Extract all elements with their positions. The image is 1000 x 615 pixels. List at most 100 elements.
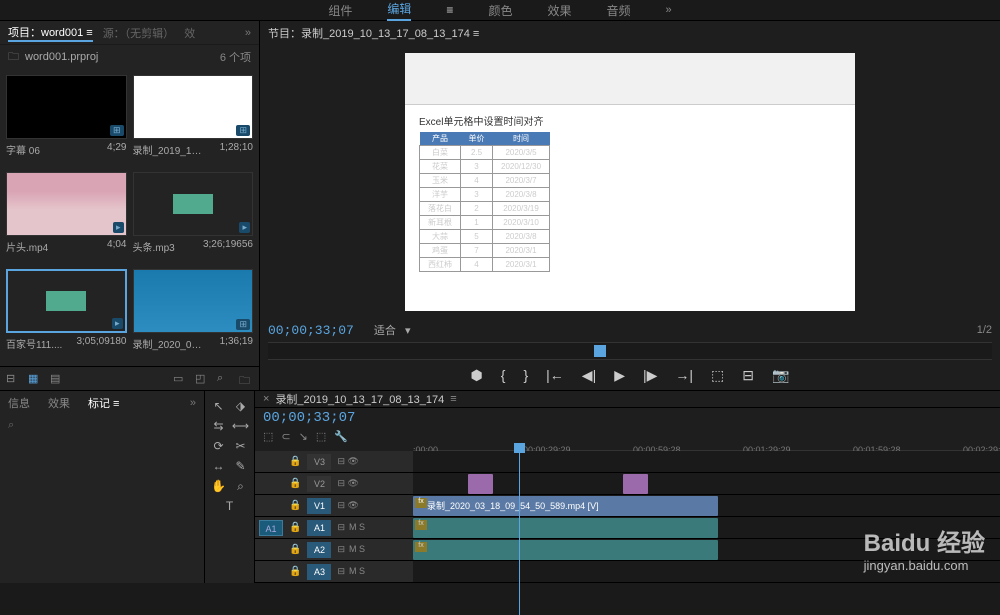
zoom-info[interactable]: 1/2 xyxy=(977,324,992,336)
bin-thumb-1[interactable]: ⊞ xyxy=(133,75,254,139)
track-v1[interactable]: 🔒V1⊟ 👁 fx 录制_2020_03_18_09_54_50_589.mp4… xyxy=(255,495,1000,517)
scrubber-playhead[interactable] xyxy=(594,345,606,357)
bin-thumb-5[interactable]: ⊞ xyxy=(133,269,254,333)
export-frame-icon[interactable]: 📷 xyxy=(772,367,789,384)
snap-icon[interactable]: ⬚ xyxy=(263,430,273,443)
bin-thumb-2[interactable]: ▸ xyxy=(6,172,127,236)
bin-thumb-0[interactable]: ⊞ xyxy=(6,75,127,139)
bin-thumb-4[interactable]: ▸ xyxy=(6,269,127,333)
clear-icon[interactable]: ⌕ xyxy=(217,372,231,386)
go-to-out-icon[interactable]: →| xyxy=(675,367,693,383)
step-back-icon[interactable]: ◀| xyxy=(582,367,596,384)
monitor-frame: Excel单元格中设置时间对齐 产品单价时间 白菜2.52020/3/5 花菜3… xyxy=(405,53,855,311)
razor-tool-icon[interactable]: ✂ xyxy=(232,437,250,455)
timeline-title[interactable]: 录制_2019_10_13_17_08_13_174 xyxy=(275,391,444,407)
fit-dropdown[interactable]: 适合 ▾ xyxy=(374,322,411,338)
info-tab-info[interactable]: 信息 xyxy=(8,395,30,411)
clip-a1-main[interactable]: fx xyxy=(413,518,718,538)
timeline-controls: ⬚ ⊂ ↘ ⬚ 🔧 xyxy=(255,428,1000,445)
timeline-tracks: 🔒V3⊟ 👁 🔒V2⊟ 👁 🔒V1⊟ 👁 fx 录制_2020_03_18_09… xyxy=(255,451,1000,583)
source-tab[interactable]: 源：（无剪辑） xyxy=(103,25,175,41)
track-v3[interactable]: 🔒V3⊟ 👁 xyxy=(255,451,1000,473)
search-icon[interactable]: ⌕ xyxy=(8,419,14,431)
project-filename[interactable]: word001.prproj xyxy=(25,51,98,63)
bin-item-5[interactable]: ⊞ 录制_2020_03_...1;36;19 xyxy=(133,269,254,360)
project-breadcrumb: 🗀 word001.prproj 6 个项 xyxy=(0,45,259,69)
type-tool-icon[interactable]: T xyxy=(221,497,239,515)
bin-footer: ⊟ ▦ ▤ ▭ ◰ ⌕ 🗀 xyxy=(0,366,259,390)
timeline-playhead[interactable] xyxy=(519,445,520,615)
new-item-icon[interactable]: ◰ xyxy=(195,372,209,386)
track-select-tool-icon[interactable]: ⬗ xyxy=(232,397,250,415)
freeform-view-icon[interactable]: ▤ xyxy=(50,372,64,386)
timeline-timecode[interactable]: 00;00;33;07 xyxy=(263,410,355,426)
ws-tab-editing[interactable]: 编辑 xyxy=(387,0,411,21)
new-bin-icon[interactable]: ▭ xyxy=(173,372,187,386)
go-to-in-icon[interactable]: |← xyxy=(546,367,564,383)
program-timecode[interactable]: 00;00;33;07 xyxy=(268,323,354,338)
extract-icon[interactable]: ⊟ xyxy=(742,367,754,384)
effects-tab-short[interactable]: 效 xyxy=(184,25,195,41)
bin-thumb-3[interactable]: ▸ xyxy=(133,172,254,236)
bin-item-0[interactable]: ⊞ 字幕 064;29 xyxy=(6,75,127,166)
zoom-tool-icon[interactable]: ⌕ xyxy=(232,477,250,495)
in-point-icon[interactable]: { xyxy=(501,367,506,383)
clip-a2-main[interactable]: fx xyxy=(413,540,718,560)
close-icon[interactable]: × xyxy=(263,393,269,405)
track-a1[interactable]: A1🔒A1⊟ M S fx xyxy=(255,517,1000,539)
track-a3[interactable]: 🔒A3⊟ M S xyxy=(255,561,1000,583)
program-title[interactable]: 节目：录制_2019_10_13_17_08_13_174 ≡ xyxy=(268,25,479,41)
bin-item-4[interactable]: ▸ 百家号111....3;05;09180 xyxy=(6,269,127,360)
ws-tab-color[interactable]: 颜色 xyxy=(488,2,512,19)
monitor-viewport[interactable]: Excel单元格中设置时间对齐 产品单价时间 白菜2.52020/3/5 花菜3… xyxy=(260,45,1000,318)
panel-overflow[interactable]: » xyxy=(245,27,251,39)
program-scrubber[interactable] xyxy=(268,342,992,360)
timeline-panel: × 录制_2019_10_13_17_08_13_174 ≡ 00;00;33;… xyxy=(255,391,1000,583)
lock-icon[interactable]: 🔒 xyxy=(289,500,301,511)
lock-icon[interactable]: 🔒 xyxy=(289,544,301,555)
ws-more[interactable]: » xyxy=(665,4,671,16)
play-icon[interactable]: ▶ xyxy=(614,367,625,384)
ws-tab-audio[interactable]: 音频 xyxy=(606,2,630,19)
slip-tool-icon[interactable]: ↔ xyxy=(210,457,228,475)
clip-v1-main[interactable]: fx 录制_2020_03_18_09_54_50_589.mp4 [V] xyxy=(413,496,718,516)
track-v2[interactable]: 🔒V2⊟ 👁 xyxy=(255,473,1000,495)
hand-tool-icon[interactable]: ✋ xyxy=(210,477,228,495)
settings-icon[interactable]: ⬚ xyxy=(316,430,326,443)
marker-icon[interactable]: ⬢ xyxy=(471,367,483,384)
info-tab-markers[interactable]: 标记 ≡ xyxy=(88,395,119,411)
icon-view-icon[interactable]: ▦ xyxy=(28,372,42,386)
info-tab-effects[interactable]: 效果 xyxy=(48,395,70,411)
program-header: 节目：录制_2019_10_13_17_08_13_174 ≡ xyxy=(260,21,1000,45)
ws-tab-effects[interactable]: 效果 xyxy=(547,2,571,19)
track-a2[interactable]: 🔒A2⊟ M S fx xyxy=(255,539,1000,561)
clip-v2-2[interactable] xyxy=(623,474,648,494)
bin-item-3[interactable]: ▸ 头条.mp33;26;19656 xyxy=(133,172,254,263)
step-forward-icon[interactable]: |▶ xyxy=(643,367,657,384)
rate-stretch-tool-icon[interactable]: ⟳ xyxy=(210,437,228,455)
project-tab[interactable]: 项目：word001 ≡ xyxy=(8,24,93,42)
out-point-icon[interactable]: } xyxy=(523,367,528,383)
ws-tab-assembly[interactable]: 组件 xyxy=(328,2,352,19)
lock-icon[interactable]: 🔒 xyxy=(289,456,301,467)
list-view-icon[interactable]: ⊟ xyxy=(6,372,20,386)
pen-tool-icon[interactable]: ✎ xyxy=(232,457,250,475)
bin-item-2[interactable]: ▸ 片头.mp44;04 xyxy=(6,172,127,263)
selection-tool-icon[interactable]: ↖ xyxy=(210,397,228,415)
link-icon[interactable]: ⊂ xyxy=(281,430,290,443)
timeline-header: × 录制_2019_10_13_17_08_13_174 ≡ xyxy=(255,391,1000,408)
lock-icon[interactable]: 🔒 xyxy=(289,522,301,533)
rolling-edit-tool-icon[interactable]: ⟷ xyxy=(232,417,250,435)
ripple-edit-tool-icon[interactable]: ⇆ xyxy=(210,417,228,435)
bin-item-1[interactable]: ⊞ 录制_2019_10_...1;28;10 xyxy=(133,75,254,166)
marker-add-icon[interactable]: ↘ xyxy=(299,430,308,443)
lift-icon[interactable]: ⬚ xyxy=(711,367,724,384)
clip-v2-1[interactable] xyxy=(468,474,493,494)
transport-bar: 00;00;33;07 适合 ▾ 1/2 xyxy=(260,318,1000,342)
bin-grid: ⊞ 字幕 064;29 ⊞ 录制_2019_10_...1;28;10 ▸ 片头… xyxy=(0,69,259,366)
folder-new-icon[interactable]: 🗀 xyxy=(239,372,253,386)
info-overflow[interactable]: » xyxy=(190,397,196,409)
lock-icon[interactable]: 🔒 xyxy=(289,566,301,577)
lock-icon[interactable]: 🔒 xyxy=(289,478,301,489)
wrench-icon[interactable]: 🔧 xyxy=(334,430,348,443)
